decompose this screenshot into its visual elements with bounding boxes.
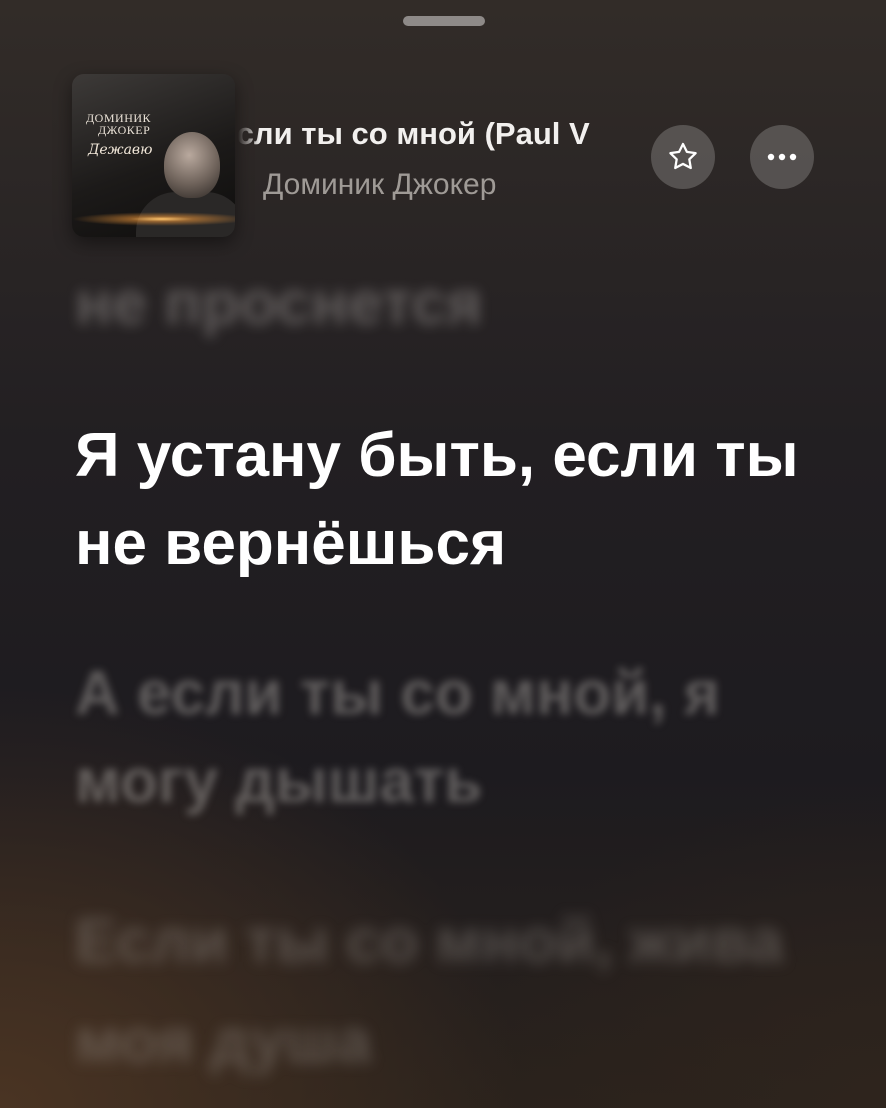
lyric-line-next[interactable]: А если ты со мной, я могу дышать (75, 650, 855, 826)
artwork-figure-head (164, 132, 220, 198)
track-title-marquee[interactable]: Если ты со мной (Paul V (238, 113, 623, 157)
artwork-light-glow (72, 212, 235, 226)
artwork-script-text: Дежавю (88, 142, 153, 158)
lyric-line-next[interactable]: Если ты со мной, жива моя душа (75, 892, 855, 1092)
favorite-button[interactable] (651, 125, 715, 189)
lyric-line-current[interactable]: Я устану быть, если ты не вернёшься (75, 412, 855, 588)
ellipsis-icon (767, 153, 797, 161)
more-options-button[interactable] (750, 125, 814, 189)
now-playing-header: ДОМИНИК ДЖОКЕР Дежавю Если ты со мной (P… (0, 0, 886, 250)
track-title: Если ты со мной (Paul V (238, 116, 590, 151)
lyric-line-previous[interactable]: не проснется (75, 268, 482, 340)
album-artwork[interactable]: ДОМИНИК ДЖОКЕР Дежавю (72, 74, 235, 237)
artwork-logo-text: ДОМИНИК ДЖОКЕР (86, 112, 176, 136)
track-artist[interactable]: Доминик Джокер (263, 165, 496, 205)
artwork-line2: ДЖОКЕР (98, 123, 151, 137)
star-icon (669, 142, 697, 170)
